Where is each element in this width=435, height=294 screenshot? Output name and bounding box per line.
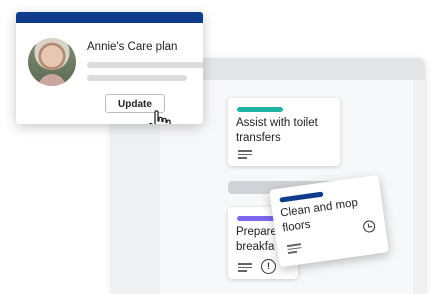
placeholder-line xyxy=(87,62,203,68)
avatar xyxy=(28,38,76,86)
task-title: Assist with toilet transfers xyxy=(236,116,318,146)
description-lines-icon xyxy=(238,150,252,160)
care-plan-title: Annie's Care plan xyxy=(87,41,178,53)
description-lines-icon xyxy=(286,243,302,255)
task-title: Clean and mop floors xyxy=(280,196,361,237)
care-plan-header-bar xyxy=(16,12,203,23)
task-card-clean-mop-floors[interactable]: Clean and mop floors xyxy=(269,174,389,268)
task-title-line: Assist with toilet xyxy=(236,117,318,129)
hand-pointer-icon xyxy=(148,110,171,124)
task-card-toilet-transfers[interactable]: Assist with toilet transfers xyxy=(228,98,340,166)
task-title-line: transfers xyxy=(236,132,281,144)
care-plan-card: Annie's Care plan Update xyxy=(16,12,203,124)
placeholder-line xyxy=(87,75,187,81)
task-tag xyxy=(237,107,283,112)
description-lines-icon xyxy=(238,263,252,273)
clock-icon xyxy=(362,219,376,234)
alert-icon: ! xyxy=(261,259,276,274)
